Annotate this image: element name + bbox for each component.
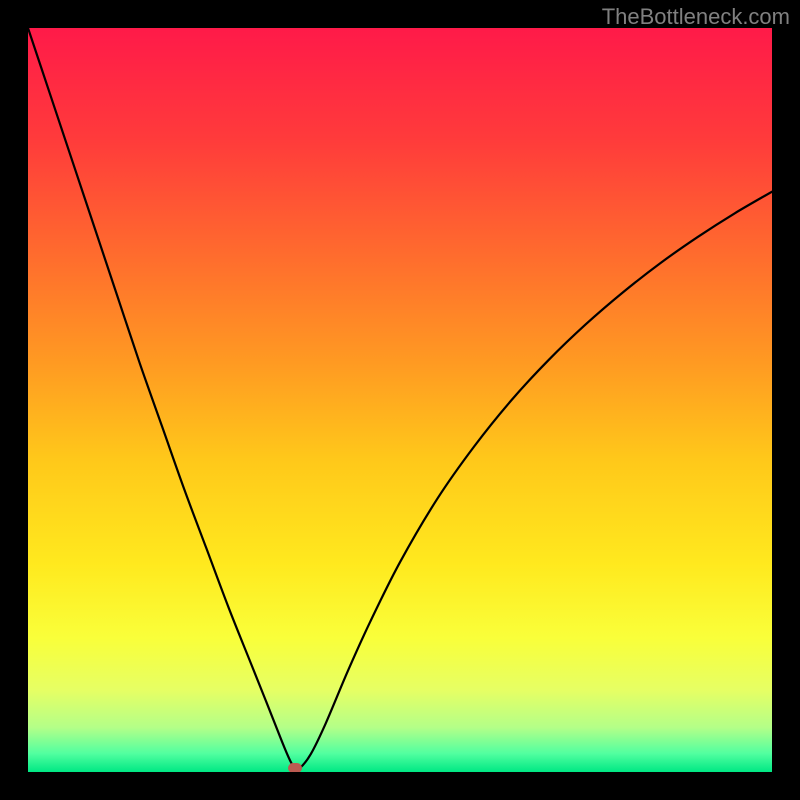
minimum-marker <box>288 763 302 772</box>
bottleneck-curve <box>28 28 772 772</box>
chart-frame: TheBottleneck.com <box>0 0 800 800</box>
watermark-text: TheBottleneck.com <box>602 4 790 30</box>
plot-area <box>28 28 772 772</box>
